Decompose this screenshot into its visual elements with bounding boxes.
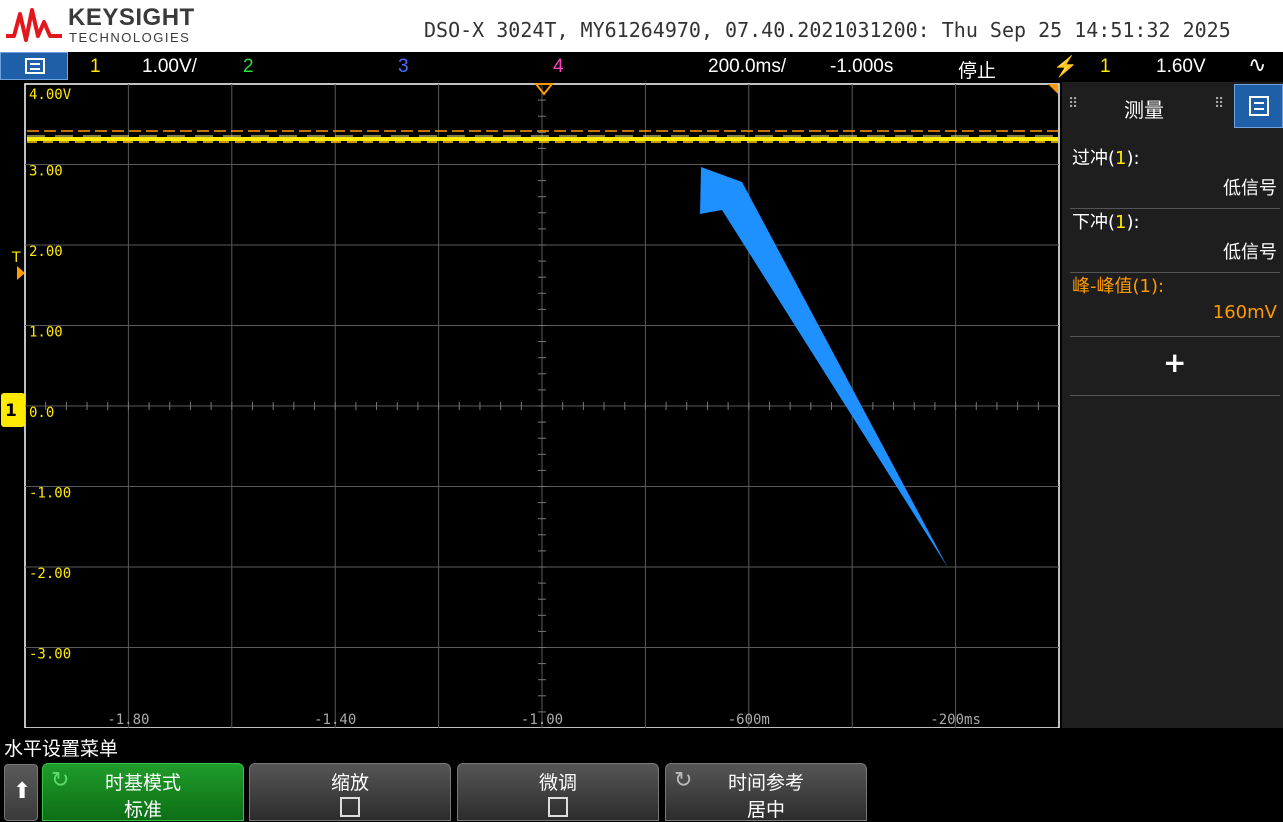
measurement-value: 160mV (1212, 302, 1277, 323)
softkey-bar: 水平设置菜单 ⬆ ↻ 时基模式 标准 缩放 微调 ↻ 时间参考 居中 (0, 728, 1283, 821)
waveform-graticule[interactable]: 4.00V 3.00 2.00 1.00 0.0 -1.00 -2.00 -3.00 -1.8… (0, 82, 1062, 728)
y-axis-tick-label: 2.00 (29, 244, 63, 260)
softkey-menu-title: 水平设置菜单 (4, 738, 119, 760)
measurement-value: 低信号 (1223, 242, 1277, 263)
trigger-source[interactable]: 1 (1100, 56, 1111, 78)
measurement-value: 低信号 (1223, 178, 1277, 199)
acquisition-mode-icon[interactable]: ∿ (1248, 52, 1266, 78)
add-measurement-button[interactable]: + (1163, 346, 1186, 379)
trigger-level[interactable]: 1.60V (1156, 56, 1206, 78)
instrument-info: DSO-X 3024T, MY61264970, 07.40.202103120… (424, 18, 1231, 42)
brand-subtitle: TECHNOLOGIES (69, 30, 191, 45)
x-axis-tick-label: -1.80 (107, 712, 149, 728)
softkey-value: 居中 (746, 799, 785, 821)
timebase-delay[interactable]: -1.000s (830, 56, 893, 78)
measurement-label: 过冲(1): (1072, 148, 1140, 169)
panel-menu-icon (1249, 96, 1269, 116)
instrument-header: KEYSIGHT TECHNOLOGIES DSO-X 3024T, MY612… (0, 0, 1283, 52)
y-axis-tick-label: -3.00 (29, 647, 71, 663)
y-axis-tick-label: 1.00 (29, 325, 63, 341)
trigger-edge-icon: ⚡ (1053, 56, 1078, 78)
softkey-label: 时间参考 (727, 772, 804, 794)
trigger-level-arrow[interactable] (17, 266, 25, 280)
ch1-number[interactable]: 1 (90, 56, 101, 78)
y-axis-tick-label: -1.00 (29, 486, 71, 502)
x-axis-tick-label: -600m (728, 712, 770, 728)
trigger-level-marker[interactable]: T (11, 250, 21, 266)
softkey-time-reference[interactable]: ↻ 时间参考 居中 (665, 763, 867, 821)
measurement-tab-title[interactable]: 测量 (1124, 94, 1164, 123)
softkey-label: 微调 (538, 772, 577, 794)
channel-status-bar: 1 1.00V/ 2 3 4 200.0ms/ -1.000s 停止 ⚡ 1 1… (0, 52, 1283, 82)
y-axis-tick-label: -2.00 (29, 566, 71, 582)
softkey-time-mode[interactable]: ↻ 时基模式 标准 (42, 763, 244, 821)
softkey-label: 缩放 (330, 772, 369, 794)
up-arrow-icon: ⬆ (13, 779, 32, 804)
divider (1070, 336, 1280, 337)
y-axis-tick-label: 4.00V (29, 87, 72, 103)
divider (1070, 395, 1280, 396)
keysight-logo: KEYSIGHT TECHNOLOGIES (4, 4, 204, 48)
softkey-fine[interactable]: 微调 (457, 763, 659, 821)
zoom-checkbox[interactable] (340, 797, 360, 817)
menu-icon (25, 58, 45, 74)
measurement-label: 下冲(1): (1072, 212, 1140, 233)
measurement-panel: ⠿ 测量 ⠿ 过冲(1): 低信号 下冲(1): 低信号 峰-峰值(1): 16… (1062, 82, 1283, 728)
main-menu-button[interactable] (0, 52, 68, 80)
measurement-label: 峰-峰值(1): (1072, 276, 1165, 297)
softkey-zoom[interactable]: 缩放 (249, 763, 451, 821)
x-axis-tick-label: -1.00 (521, 712, 563, 728)
panel-drag-handle-left[interactable]: ⠿ (1068, 96, 1078, 112)
ch2-number[interactable]: 2 (243, 56, 254, 78)
keysight-wave-icon (6, 8, 62, 42)
timebase-scale[interactable]: 200.0ms/ (708, 56, 786, 78)
x-axis-tick-label: -1.40 (314, 712, 356, 728)
panel-menu-button[interactable] (1234, 84, 1283, 128)
ch4-number[interactable]: 4 (553, 56, 564, 78)
ch1-ground-label: 1 (5, 401, 17, 421)
y-axis-tick-label: 3.00 (29, 164, 63, 180)
panel-drag-handle-right[interactable]: ⠿ (1214, 96, 1224, 112)
ch3-number[interactable]: 3 (398, 56, 409, 78)
fine-checkbox[interactable] (548, 797, 568, 817)
softkey-label: 时基模式 (104, 772, 181, 794)
brand-name: KEYSIGHT (68, 4, 195, 31)
ch1-scale[interactable]: 1.00V/ (142, 56, 197, 78)
softkey-value: 标准 (123, 799, 162, 821)
x-axis-tick-label: -200ms (930, 712, 981, 728)
y-axis-tick-label: 0.0 (29, 405, 54, 421)
waveform-display[interactable]: 4.00V 3.00 2.00 1.00 0.0 -1.00 -2.00 -3.00 -1.8… (0, 82, 1062, 728)
menu-back-button[interactable]: ⬆ (4, 764, 38, 821)
run-state: 停止 (958, 61, 997, 82)
